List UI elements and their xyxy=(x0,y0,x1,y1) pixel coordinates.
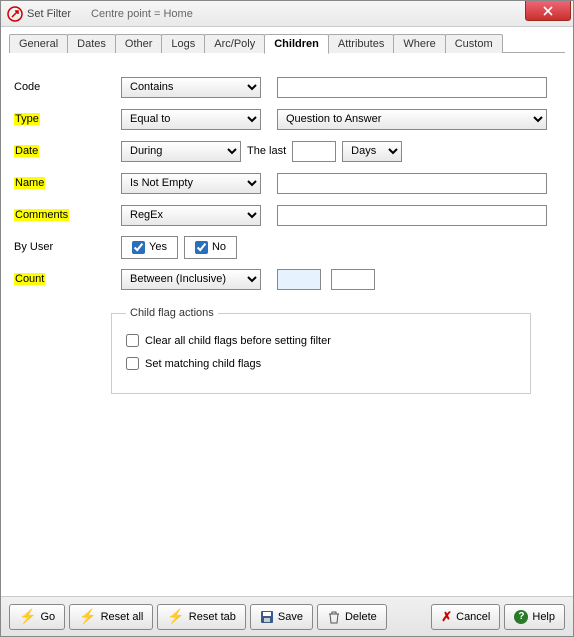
window-title: Set Filter xyxy=(27,8,71,20)
row-type: Type Equal to Question to Answer xyxy=(11,103,563,135)
label-date: Date xyxy=(11,145,121,157)
flag-clear-checkbox[interactable] xyxy=(126,334,139,347)
count-op-select[interactable]: Between (Inclusive) xyxy=(121,269,261,290)
row-byuser: By User Yes No xyxy=(11,231,563,263)
flag-clear-label: Clear all child flags before setting fil… xyxy=(145,335,331,347)
row-name: Name Is Not Empty xyxy=(11,167,563,199)
date-op-select[interactable]: During xyxy=(121,141,241,162)
footer-toolbar: ⚡ Go ⚡ Reset all ⚡ Reset tab Save Delete… xyxy=(1,596,573,636)
label-name: Name xyxy=(11,177,121,189)
child-flag-legend: Child flag actions xyxy=(126,307,218,319)
tab-strip: General Dates Other Logs Arc/Poly Childr… xyxy=(1,27,573,52)
byuser-yes-checkbox[interactable] xyxy=(132,241,145,254)
save-icon xyxy=(260,610,274,624)
tab-custom[interactable]: Custom xyxy=(445,34,503,53)
row-date: Date During The last Days xyxy=(11,135,563,167)
delete-button[interactable]: Delete xyxy=(317,604,387,630)
tab-attributes[interactable]: Attributes xyxy=(328,34,394,53)
type-value-select[interactable]: Question to Answer xyxy=(277,109,547,130)
tab-children[interactable]: Children xyxy=(264,34,329,54)
tab-arcpoly[interactable]: Arc/Poly xyxy=(204,34,265,53)
window-subtitle: Centre point = Home xyxy=(91,8,193,20)
flag-set-row: Set matching child flags xyxy=(126,352,516,375)
count-from-input[interactable] xyxy=(277,269,321,290)
byuser-no-checkbox[interactable] xyxy=(195,241,208,254)
label-byuser: By User xyxy=(11,241,121,253)
byuser-yes-check[interactable]: Yes xyxy=(121,236,178,259)
count-to-input[interactable] xyxy=(331,269,375,290)
name-value-input[interactable] xyxy=(277,173,547,194)
help-button[interactable]: ? Help xyxy=(504,604,565,630)
child-flag-fieldset: Child flag actions Clear all child flags… xyxy=(111,307,531,394)
code-value-input[interactable] xyxy=(277,77,547,98)
label-comments: Comments xyxy=(11,209,121,221)
label-code: Code xyxy=(11,81,121,93)
byuser-no-check[interactable]: No xyxy=(184,236,237,259)
tab-where[interactable]: Where xyxy=(393,34,445,53)
reset-tab-button[interactable]: ⚡ Reset tab xyxy=(157,604,246,630)
row-count: Count Between (Inclusive) xyxy=(11,263,563,295)
flag-set-label: Set matching child flags xyxy=(145,358,261,370)
tab-dates[interactable]: Dates xyxy=(67,34,116,53)
date-unit-select[interactable]: Days xyxy=(342,141,402,162)
row-comments: Comments RegEx xyxy=(11,199,563,231)
filter-form: Code Contains Type Equal to Question to … xyxy=(1,53,573,412)
bolt-icon: ⚡ xyxy=(167,608,184,625)
tab-logs[interactable]: Logs xyxy=(161,34,205,53)
bolt-icon: ⚡ xyxy=(79,608,96,625)
title-bar: Set Filter Centre point = Home xyxy=(1,1,573,27)
label-type: Type xyxy=(11,113,121,125)
cancel-button[interactable]: ✗ Cancel xyxy=(431,604,500,630)
comments-value-input[interactable] xyxy=(277,205,547,226)
bolt-icon: ⚡ xyxy=(19,608,36,625)
close-icon xyxy=(543,6,553,16)
date-num-input[interactable] xyxy=(292,141,336,162)
comments-op-select[interactable]: RegEx xyxy=(121,205,261,226)
date-thelast-label: The last xyxy=(247,145,286,157)
flag-clear-row: Clear all child flags before setting fil… xyxy=(126,329,516,352)
trash-icon xyxy=(327,610,341,624)
type-op-select[interactable]: Equal to xyxy=(121,109,261,130)
name-op-select[interactable]: Is Not Empty xyxy=(121,173,261,194)
label-count: Count xyxy=(11,273,121,285)
tab-other[interactable]: Other xyxy=(115,34,163,53)
app-icon xyxy=(7,6,23,22)
help-icon: ? xyxy=(514,610,528,624)
save-button[interactable]: Save xyxy=(250,604,313,630)
row-code: Code Contains xyxy=(11,71,563,103)
close-button[interactable] xyxy=(525,1,571,21)
tab-general[interactable]: General xyxy=(9,34,68,53)
flag-set-checkbox[interactable] xyxy=(126,357,139,370)
code-op-select[interactable]: Contains xyxy=(121,77,261,98)
reset-all-button[interactable]: ⚡ Reset all xyxy=(69,604,153,630)
cancel-icon: ✗ xyxy=(441,609,452,625)
go-button[interactable]: ⚡ Go xyxy=(9,604,65,630)
